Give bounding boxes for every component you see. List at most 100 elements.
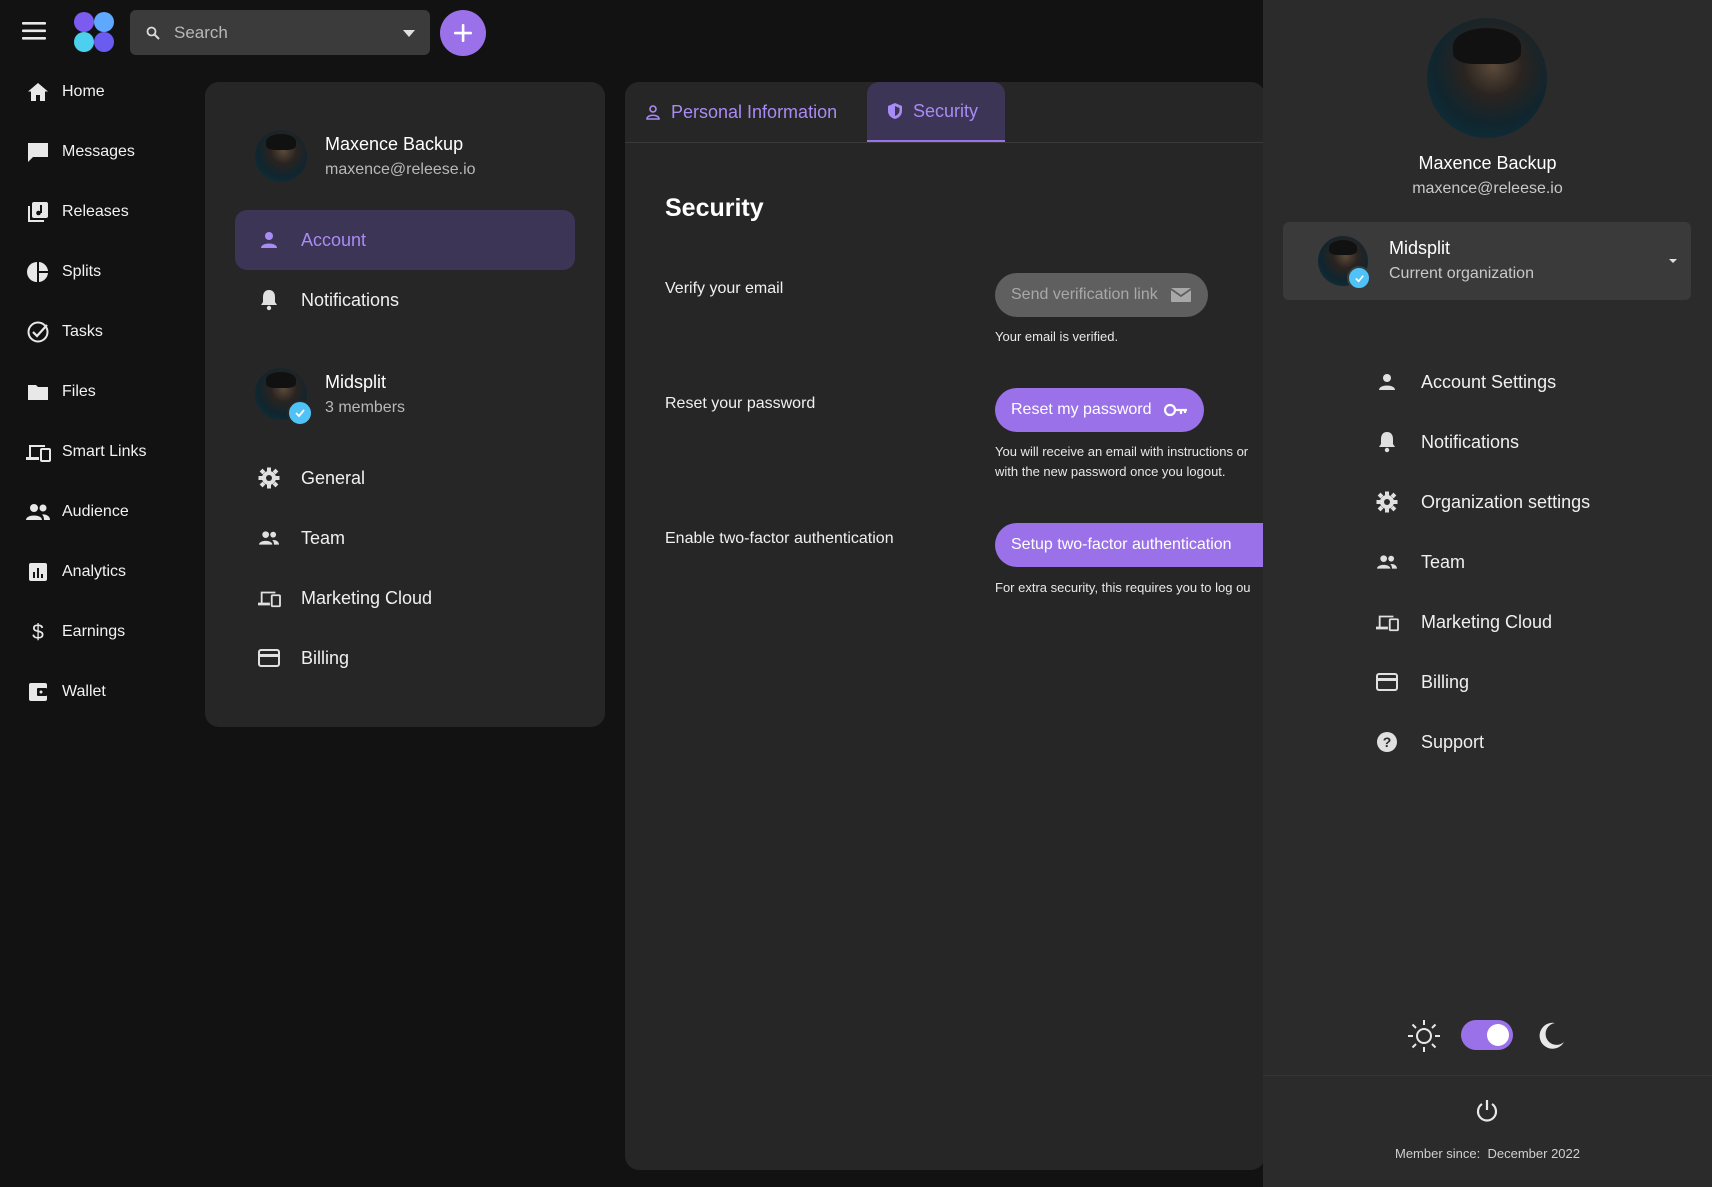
shield-icon bbox=[887, 102, 903, 120]
org-caption: Current organization bbox=[1389, 265, 1534, 282]
nav-item-smart-links[interactable]: Smart Links bbox=[24, 432, 146, 472]
drawer-item-account-settings[interactable]: Account Settings bbox=[1375, 360, 1556, 404]
settings-item-label: Marketing Cloud bbox=[301, 587, 433, 608]
settings-item-marketing-cloud[interactable]: Marketing Cloud bbox=[235, 568, 575, 628]
two-factor-help-text: For extra security, this requires you to… bbox=[995, 580, 1251, 595]
verify-help-text: Your email is verified. bbox=[995, 329, 1119, 344]
reset-help-line-1: You will receive an email with instructi… bbox=[995, 444, 1249, 459]
check-circle-icon bbox=[24, 318, 52, 346]
tab-security[interactable]: Security bbox=[867, 82, 1005, 142]
settings-item-label: Team bbox=[301, 527, 346, 548]
drawer-item-organization-settings[interactable]: Organization settings bbox=[1375, 480, 1590, 524]
nav-item-releases[interactable]: Releases bbox=[24, 192, 129, 232]
chevron-down-icon[interactable] bbox=[402, 26, 416, 40]
drawer-avatar[interactable] bbox=[1427, 18, 1547, 138]
devices-icon bbox=[1375, 610, 1399, 634]
send-verification-button[interactable]: Send verification link bbox=[995, 273, 1208, 317]
drawer-user-email: maxence@releese.io bbox=[1412, 180, 1563, 197]
nav-item-wallet[interactable]: Wallet bbox=[24, 672, 106, 712]
drawer-item-label: Notifications bbox=[1421, 431, 1520, 452]
nav-label: Earnings bbox=[62, 623, 126, 640]
user-name: Maxence Backup bbox=[325, 134, 464, 154]
organization-switcher[interactable]: Midsplit Current organization bbox=[1283, 222, 1691, 300]
member-since-label: Member since: bbox=[1395, 1146, 1481, 1161]
power-icon[interactable] bbox=[1474, 1098, 1500, 1124]
people-icon bbox=[257, 526, 281, 550]
reset-password-label: Reset your password bbox=[665, 395, 816, 412]
button-label: Send verification link bbox=[1011, 286, 1158, 303]
settings-item-billing[interactable]: Billing bbox=[235, 628, 575, 688]
sun-icon[interactable] bbox=[1407, 1019, 1441, 1053]
music-library-icon bbox=[24, 198, 52, 226]
account-drawer: Maxence Backup maxence@releese.io Midspl… bbox=[1263, 0, 1712, 1187]
reset-password-button[interactable]: Reset my password bbox=[995, 388, 1204, 432]
drawer-item-team[interactable]: Team bbox=[1375, 540, 1465, 584]
org-members: 3 members bbox=[325, 399, 406, 416]
person-outline-icon bbox=[645, 104, 661, 120]
theme-toggle[interactable] bbox=[1461, 1020, 1513, 1050]
verified-check-icon bbox=[287, 400, 313, 426]
nav-label: Wallet bbox=[62, 683, 106, 700]
org-name: Midsplit bbox=[325, 372, 387, 392]
search-input[interactable] bbox=[172, 21, 402, 44]
drawer-item-label: Organization settings bbox=[1421, 491, 1591, 512]
nav-item-files[interactable]: Files bbox=[24, 372, 96, 412]
verify-email-label: Verify your email bbox=[665, 280, 784, 297]
gear-icon bbox=[257, 466, 281, 490]
security-content: Personal Information Security Security V… bbox=[625, 82, 1265, 1170]
tab-bar: Personal Information Security bbox=[625, 82, 1265, 143]
drawer-item-notifications[interactable]: Notifications bbox=[1375, 420, 1519, 464]
search-bar[interactable] bbox=[130, 10, 430, 55]
bar-chart-icon bbox=[24, 558, 52, 586]
devices-icon bbox=[257, 586, 281, 610]
two-factor-label: Enable two-factor authentication bbox=[665, 530, 894, 547]
nav-item-home[interactable]: Home bbox=[24, 72, 105, 112]
nav-item-splits[interactable]: Splits bbox=[24, 252, 101, 292]
nav-item-messages[interactable]: Messages bbox=[24, 132, 135, 172]
drawer-item-support[interactable]: ? Support bbox=[1375, 720, 1484, 764]
drawer-item-label: Team bbox=[1421, 551, 1466, 572]
chevron-down-icon bbox=[1669, 258, 1677, 264]
settings-item-team[interactable]: Team bbox=[235, 508, 575, 568]
plus-icon bbox=[454, 24, 472, 42]
drawer-item-label: Marketing Cloud bbox=[1421, 611, 1553, 632]
reset-help-line-2: with the new password once you logout. bbox=[995, 464, 1226, 479]
dollar-icon: $ bbox=[24, 618, 52, 646]
svg-text:?: ? bbox=[1383, 734, 1392, 750]
page-title: Security bbox=[665, 194, 764, 222]
nav-item-tasks[interactable]: Tasks bbox=[24, 312, 103, 352]
nav-label: Smart Links bbox=[62, 443, 147, 460]
settings-item-notifications[interactable]: Notifications bbox=[235, 270, 575, 330]
settings-item-general[interactable]: General bbox=[235, 448, 575, 508]
menu-icon[interactable] bbox=[22, 20, 48, 42]
devices-icon bbox=[24, 438, 52, 466]
nav-item-earnings[interactable]: $ Earnings bbox=[24, 612, 125, 652]
nav-item-analytics[interactable]: Analytics bbox=[24, 552, 126, 592]
nav-label: Home bbox=[62, 83, 105, 100]
button-label: Setup two-factor authentication bbox=[1011, 536, 1232, 553]
tab-personal-information[interactable]: Personal Information bbox=[625, 82, 867, 142]
settings-menu-panel: Maxence Backup maxence@releese.io Accoun… bbox=[205, 82, 605, 727]
nav-label: Splits bbox=[62, 263, 102, 280]
settings-item-label: Notifications bbox=[301, 289, 400, 310]
settings-item-label: General bbox=[301, 467, 366, 488]
home-icon bbox=[24, 78, 52, 106]
help-circle-icon: ? bbox=[1375, 730, 1399, 754]
person-icon bbox=[257, 228, 281, 252]
add-button[interactable] bbox=[440, 10, 486, 56]
nav-label: Analytics bbox=[62, 563, 127, 580]
settings-item-label: Billing bbox=[301, 647, 350, 668]
avatar bbox=[255, 130, 307, 182]
toggle-knob bbox=[1487, 1024, 1509, 1046]
key-icon bbox=[1163, 403, 1188, 417]
verified-check-icon bbox=[1347, 266, 1371, 290]
search-icon bbox=[146, 26, 160, 40]
settings-item-account[interactable]: Account bbox=[235, 210, 575, 270]
app-logo[interactable] bbox=[72, 10, 116, 54]
moon-icon[interactable] bbox=[1535, 1020, 1567, 1052]
drawer-item-marketing-cloud[interactable]: Marketing Cloud bbox=[1375, 600, 1552, 644]
nav-item-audience[interactable]: Audience bbox=[24, 492, 129, 532]
setup-two-factor-button[interactable]: Setup two-factor authentication bbox=[995, 523, 1265, 567]
wallet-icon bbox=[24, 678, 52, 706]
drawer-item-billing[interactable]: Billing bbox=[1375, 660, 1469, 704]
